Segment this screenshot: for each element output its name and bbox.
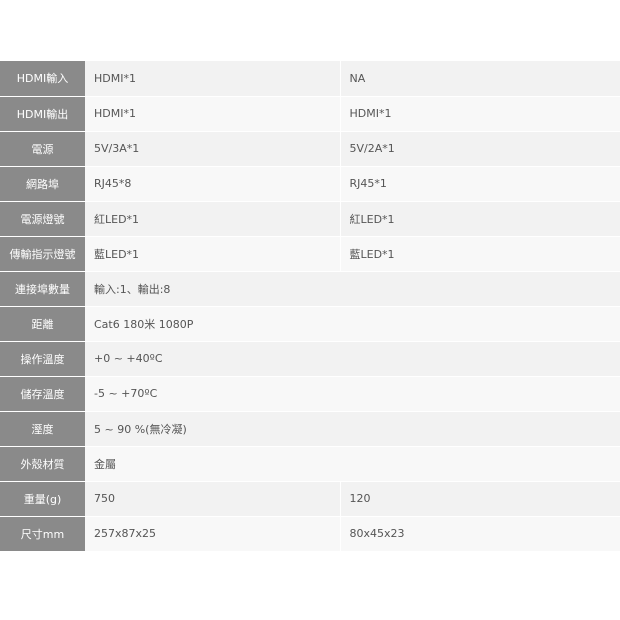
spec-value-unit2: 120 <box>339 481 620 517</box>
spec-label: 電源燈號 <box>0 201 85 237</box>
spec-value: Cat6 180米 1080P <box>85 306 620 342</box>
spec-row-network-port: 網路埠 RJ45*8 RJ45*1 <box>0 166 620 202</box>
spec-value-unit2: RJ45*1 <box>339 166 620 202</box>
spec-label: HDMI輸入 <box>0 61 85 97</box>
spec-row-power-led: 電源燈號 紅LED*1 紅LED*1 <box>0 201 620 237</box>
spec-label: 外殼材質 <box>0 446 85 482</box>
spec-value-unit2: 藍LED*1 <box>339 236 620 272</box>
spec-label: 網路埠 <box>0 166 85 202</box>
spec-value-unit1: RJ45*8 <box>85 166 340 202</box>
spec-label: 傳輸指示燈號 <box>0 236 85 272</box>
spec-label: 距離 <box>0 306 85 342</box>
spec-value-unit2: 5V/2A*1 <box>339 131 620 167</box>
spec-value-unit1: 257x87x25 <box>85 516 340 552</box>
spec-value-unit1: 紅LED*1 <box>85 201 340 237</box>
spec-label: 連接埠數量 <box>0 271 85 307</box>
spec-value-unit2: NA <box>339 61 620 97</box>
spec-label: HDMI輸出 <box>0 96 85 132</box>
spec-label: 操作溫度 <box>0 341 85 377</box>
spec-value-unit1: 750 <box>85 481 340 517</box>
spec-row-distance: 距離 Cat6 180米 1080P <box>0 306 620 342</box>
spec-value: -5 ~ +70ºC <box>85 376 620 412</box>
spec-value-unit1: 5V/3A*1 <box>85 131 340 167</box>
spec-value: +0 ~ +40ºC <box>85 341 620 377</box>
spec-value-unit2: 紅LED*1 <box>339 201 620 237</box>
spec-row-dimensions: 尺寸mm 257x87x25 80x45x23 <box>0 516 620 552</box>
spec-row-power: 電源 5V/3A*1 5V/2A*1 <box>0 131 620 167</box>
spec-value-unit1: HDMI*1 <box>85 61 340 97</box>
spec-row-hdmi-output: HDMI輸出 HDMI*1 HDMI*1 <box>0 96 620 132</box>
spec-value: 輸入:1、輸出:8 <box>85 271 620 307</box>
spec-row-port-count: 連接埠數量 輸入:1、輸出:8 <box>0 271 620 307</box>
spec-value-unit1: HDMI*1 <box>85 96 340 132</box>
spec-label: 尺寸mm <box>0 516 85 552</box>
spec-label: 重量(g) <box>0 481 85 517</box>
spec-row-transmission-led: 傳輸指示燈號 藍LED*1 藍LED*1 <box>0 236 620 272</box>
spec-row-operating-temp: 操作溫度 +0 ~ +40ºC <box>0 341 620 377</box>
spec-row-housing-material: 外殼材質 金屬 <box>0 446 620 482</box>
spec-value: 5 ~ 90 %(無冷凝) <box>85 411 620 447</box>
spec-value-unit2: 80x45x23 <box>339 516 620 552</box>
spec-label: 溼度 <box>0 411 85 447</box>
spec-label: 儲存溫度 <box>0 376 85 412</box>
spec-value: 金屬 <box>85 446 620 482</box>
spec-row-hdmi-input: HDMI輸入 HDMI*1 NA <box>0 61 620 97</box>
spec-row-humidity: 溼度 5 ~ 90 %(無冷凝) <box>0 411 620 447</box>
spec-row-storage-temp: 儲存溫度 -5 ~ +70ºC <box>0 376 620 412</box>
spec-table: HDMI輸入 HDMI*1 NA HDMI輸出 HDMI*1 HDMI*1 電源… <box>0 61 620 552</box>
spec-row-weight: 重量(g) 750 120 <box>0 481 620 517</box>
spec-label: 電源 <box>0 131 85 167</box>
spec-value-unit1: 藍LED*1 <box>85 236 340 272</box>
spec-value-unit2: HDMI*1 <box>339 96 620 132</box>
